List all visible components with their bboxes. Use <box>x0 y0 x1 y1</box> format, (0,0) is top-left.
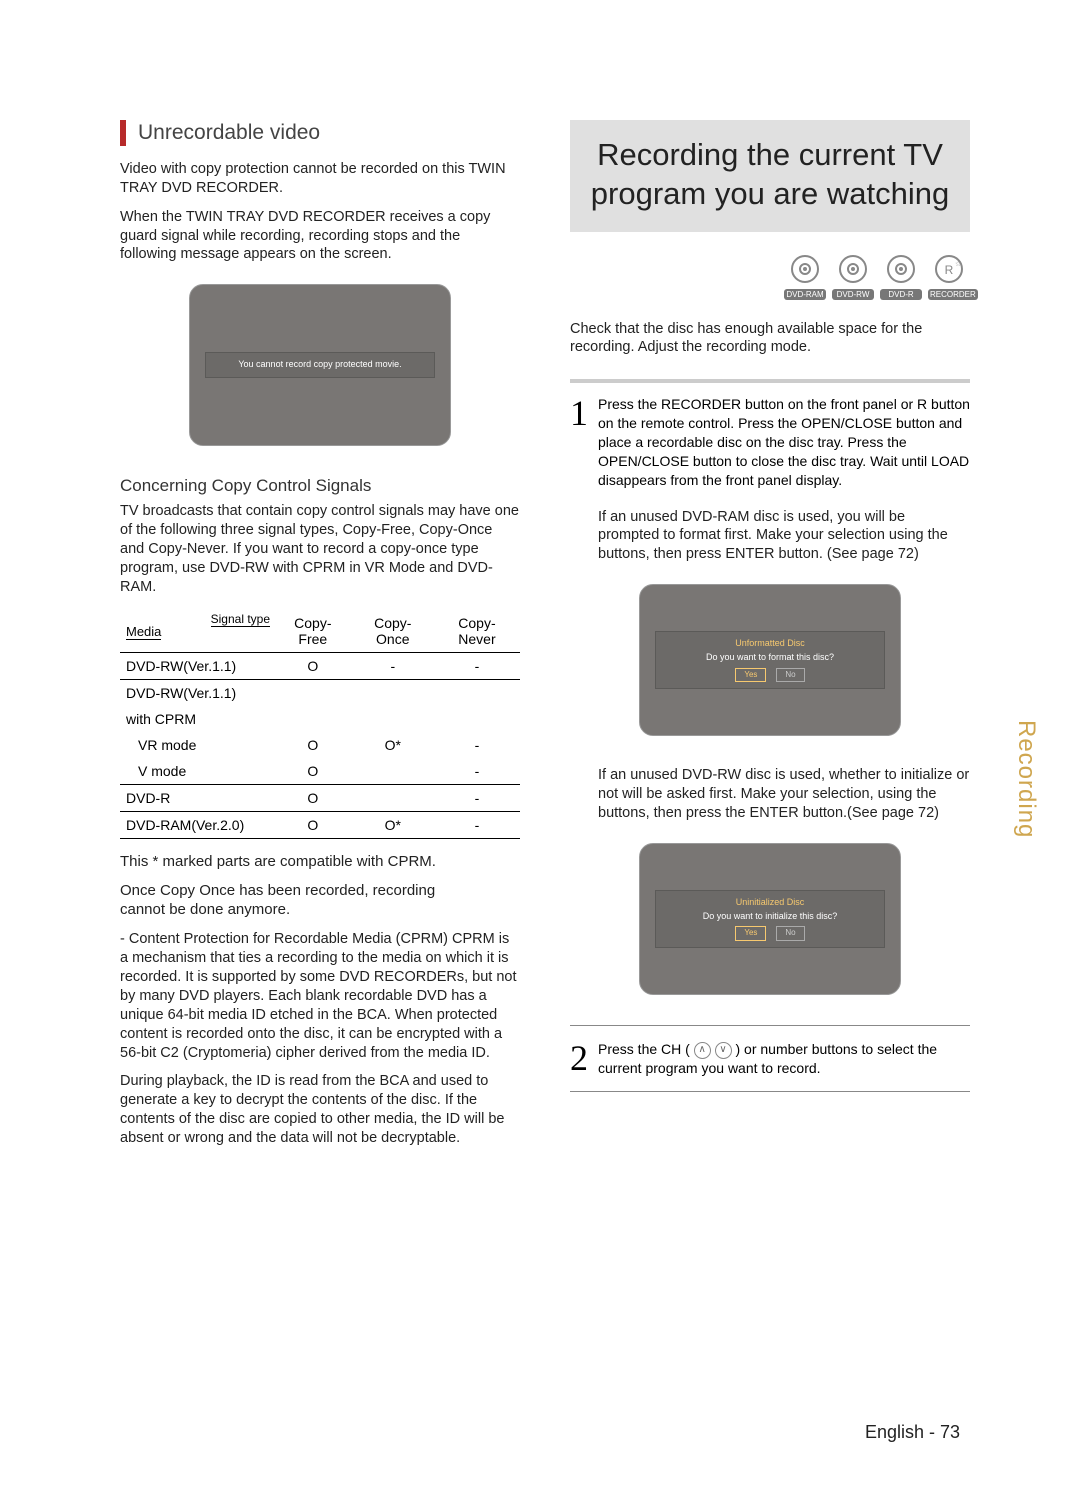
dvd-ram-note: If an unused DVD-RAM disc is used, you w… <box>570 508 970 565</box>
table-row: with CPRM <box>120 706 520 732</box>
table-cell: - <box>434 732 520 758</box>
manual-page: Unrecordable video Video with copy prote… <box>0 0 1080 1487</box>
copy-signal-table: Media Signal type Copy-Free Copy-Once Co… <box>120 610 520 839</box>
check-space-paragraph: Check that the disc has enough available… <box>570 320 970 358</box>
tv-message: You cannot record copy protected movie. <box>205 352 435 378</box>
table-cell <box>434 680 520 707</box>
yes-button[interactable]: Yes <box>735 668 766 682</box>
cprm-explain-1: - Content Protection for Recordable Medi… <box>120 930 520 1062</box>
tv-screen-copy-protected: You cannot record copy protected movie. <box>189 284 451 446</box>
table-cell <box>274 680 352 707</box>
table-cell: - <box>434 653 520 680</box>
ch-up-icon: ∧ <box>694 1042 711 1059</box>
table-cell: - <box>434 785 520 812</box>
step-text: Press the RECORDER button on the front p… <box>598 395 970 489</box>
tv-dialog-title: Uninitialized Disc <box>664 897 876 909</box>
table-row: DVD-RW(Ver.1.1) <box>120 680 520 707</box>
media-name: DVD-RW(Ver.1.1) <box>120 680 274 707</box>
table-cell: O <box>274 785 352 812</box>
feature-title-box: Recording the current TV program you are… <box>570 120 970 232</box>
table-row: DVD-RW(Ver.1.1)O-- <box>120 653 520 680</box>
table-cell: O* <box>352 812 434 839</box>
table-row: DVD-RO - <box>120 785 520 812</box>
media-name: DVD-RAM(Ver.2.0) <box>120 812 274 839</box>
table-cell: O <box>274 732 352 758</box>
intro-paragraph-1: Video with copy protection cannot be rec… <box>120 160 520 198</box>
no-button[interactable]: No <box>776 926 804 940</box>
table-header-col: Copy-Once <box>352 610 434 653</box>
disc-icon: DVD-R <box>880 254 922 302</box>
table-cell: O <box>274 758 352 785</box>
yes-button[interactable]: Yes <box>735 926 766 940</box>
section-heading-unrecordable: Unrecordable video <box>120 120 520 146</box>
tv-screen-format: Unformatted Disc Do you want to format t… <box>639 584 901 736</box>
disc-icon: DVD-RW <box>832 254 874 302</box>
copy-control-paragraph: TV broadcasts that contain copy control … <box>120 502 520 596</box>
table-cell: O* <box>352 732 434 758</box>
page-footer: English - 73 <box>865 1422 960 1443</box>
copy-once-note-a: Once Copy Once has been recorded, record… <box>120 882 520 899</box>
table-cell: O <box>274 653 352 680</box>
subheading-copy-control: Concerning Copy Control Signals <box>120 476 520 496</box>
media-name: DVD-RW(Ver.1.1) <box>120 653 274 680</box>
table-cell: - <box>434 758 520 785</box>
svg-text:☆: ☆ <box>955 260 961 268</box>
table-cell <box>434 706 520 732</box>
svg-text:R: R <box>945 263 954 277</box>
disc-icon: R☆RECORDER <box>928 254 970 302</box>
table-cell: O <box>274 812 352 839</box>
table-row: VR modeOO*- <box>120 732 520 758</box>
disc-icon-row: DVD-RAMDVD-RWDVD-RR☆RECORDER <box>570 254 970 302</box>
intro-paragraph-2: When the TWIN TRAY DVD RECORDER receives… <box>120 208 520 265</box>
table-cell <box>352 758 434 785</box>
tv-dialog: Uninitialized Disc Do you want to initia… <box>655 890 885 948</box>
side-tab-recording: Recording <box>1012 720 1040 838</box>
table-cell: - <box>352 653 434 680</box>
tv-dialog-msg: Do you want to format this disc? <box>664 652 876 664</box>
step-2: 2 Press the CH ( ∧ ∨ ) or number buttons… <box>570 1040 970 1078</box>
divider <box>570 1091 970 1092</box>
table-row: V modeO - <box>120 758 520 785</box>
tv-dialog-msg: Do you want to initialize this disc? <box>664 911 876 923</box>
heading-text: Unrecordable video <box>138 121 320 145</box>
media-name: with CPRM <box>120 706 274 732</box>
table-header-col: Copy-Never <box>434 610 520 653</box>
divider <box>570 1025 970 1026</box>
ch-down-icon: ∨ <box>715 1042 732 1059</box>
table-cell <box>274 706 352 732</box>
media-name: DVD-R <box>120 785 274 812</box>
table-cell: - <box>434 812 520 839</box>
tv-dialog: Unformatted Disc Do you want to format t… <box>655 631 885 689</box>
right-column: Recording the current TV program you are… <box>570 120 970 1158</box>
table-header-media: Media Signal type <box>120 610 274 653</box>
step-1: 1 Press the RECORDER button on the front… <box>570 395 970 489</box>
left-column: Unrecordable video Video with copy prote… <box>120 120 520 1158</box>
step-text: Press the CH ( ∧ ∨ ) or number buttons t… <box>598 1040 970 1078</box>
table-cell <box>352 785 434 812</box>
copy-once-note-b: cannot be done anymore. <box>120 901 520 918</box>
no-button[interactable]: No <box>776 668 804 682</box>
tv-screen-initialize: Uninitialized Disc Do you want to initia… <box>639 843 901 995</box>
disc-icon: DVD-RAM <box>784 254 826 302</box>
tv-dialog-title: Unformatted Disc <box>664 638 876 650</box>
table-cell <box>352 680 434 707</box>
media-name: V mode <box>120 758 274 785</box>
dvd-rw-note: If an unused DVD-RW disc is used, whethe… <box>570 766 970 823</box>
step-number: 1 <box>570 395 588 431</box>
table-row: DVD-RAM(Ver.2.0)OO*- <box>120 812 520 839</box>
table-header-col: Copy-Free <box>274 610 352 653</box>
cprm-explain-2: During playback, the ID is read from the… <box>120 1072 520 1147</box>
table-cell <box>352 706 434 732</box>
media-name: VR mode <box>120 732 274 758</box>
divider <box>570 379 970 383</box>
cprm-note: This * marked parts are compatible with … <box>120 853 520 870</box>
step-number: 2 <box>570 1040 588 1076</box>
accent-bar <box>120 120 126 146</box>
